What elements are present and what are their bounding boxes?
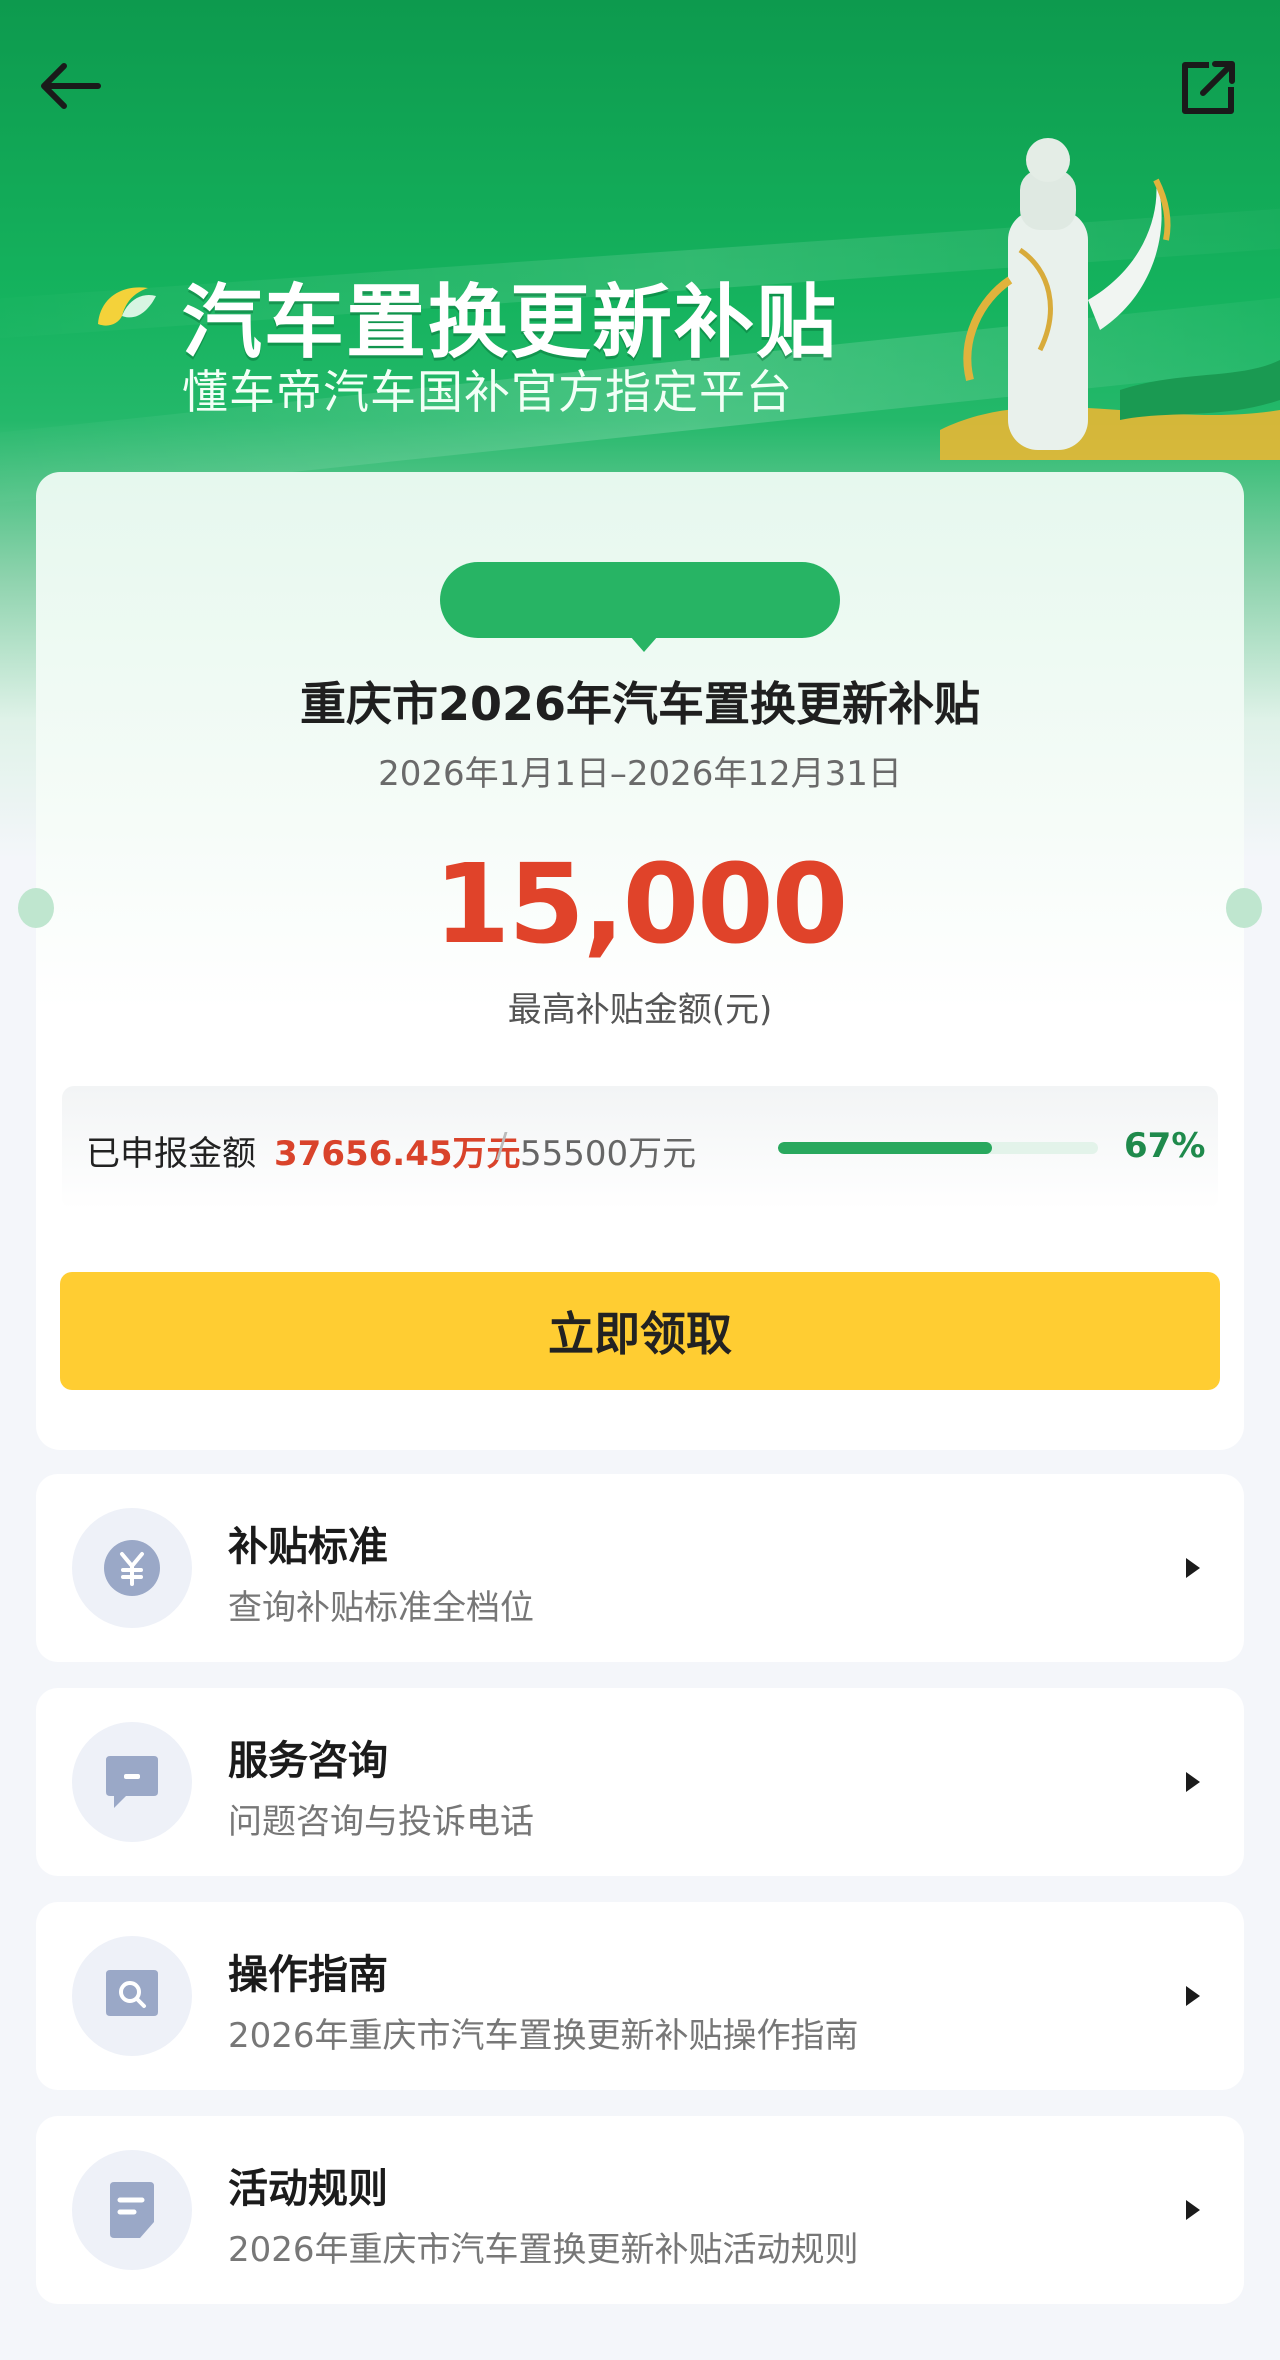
yen-icon <box>104 1540 160 1596</box>
subsidy-date-range: 2026年1月1日–2026年12月31日 <box>378 754 902 794</box>
chevron-right-icon <box>1186 1986 1200 2006</box>
status-badge <box>440 562 840 638</box>
subsidy-title: 重庆市2026年汽车置换更新补贴 <box>299 677 981 731</box>
menu-item-title: 操作指南 <box>228 1952 388 1998</box>
progress-label: 已申报金额 <box>86 1134 256 1174</box>
progress-bar-fill <box>778 1142 993 1154</box>
menu-item-subsidy-standard[interactable]: 补贴标准 查询补贴标准全档位 <box>36 1474 1244 1662</box>
menu-icon-circle <box>72 1936 192 2056</box>
search-doc-icon <box>106 1970 158 2016</box>
share-button[interactable] <box>1176 56 1240 120</box>
badge-pointer <box>630 636 658 652</box>
back-button[interactable] <box>34 56 106 116</box>
arrow-left-icon <box>41 63 101 109</box>
monument-illustration-icon <box>940 138 1280 460</box>
menu-item-service-consult[interactable]: 服务咨询 问题咨询与投诉电话 <box>36 1688 1244 1876</box>
menu-icon-circle <box>72 1722 192 1842</box>
menu-icon-circle <box>72 2150 192 2270</box>
menu-item-desc: 2026年重庆市汽车置换更新补贴活动规则 <box>228 2230 859 2270</box>
menu-item-activity-rules[interactable]: 活动规则 2026年重庆市汽车置换更新补贴活动规则 <box>36 2116 1244 2304</box>
menu-item-desc: 2026年重庆市汽车置换更新补贴操作指南 <box>228 2016 859 2056</box>
share-edit-icon <box>1182 61 1235 114</box>
progress-percent: 67% <box>1124 1126 1206 1166</box>
application-progress: 已申报金额 37656.45万元 / 55500万元 67% <box>62 1086 1218 1210</box>
menu-item-title: 服务咨询 <box>228 1738 388 1784</box>
chevron-right-icon <box>1186 2200 1200 2220</box>
chat-icon <box>106 1756 158 1808</box>
claim-now-button[interactable]: 立即领取 <box>60 1272 1220 1390</box>
progress-bar <box>778 1142 1098 1154</box>
max-amount-label: 最高补贴金额(元) <box>507 990 773 1030</box>
chevron-right-icon <box>1186 1558 1200 1578</box>
chevron-right-icon <box>1186 1772 1200 1792</box>
total-amount: 55500万元 <box>520 1134 697 1174</box>
menu-item-operation-guide[interactable]: 操作指南 2026年重庆市汽车置换更新补贴操作指南 <box>36 1902 1244 2090</box>
hero-subtitle: 懂车帝汽车国补官方指定平台 <box>182 365 793 419</box>
menu-icon-circle <box>72 1508 192 1628</box>
applied-amount: 37656.45万元 <box>274 1134 521 1174</box>
max-amount: 15,000 <box>433 840 848 968</box>
menu-item-title: 补贴标准 <box>228 1524 388 1570</box>
menu-item-desc: 查询补贴标准全档位 <box>228 1588 534 1628</box>
menu-item-title: 活动规则 <box>228 2166 388 2212</box>
progress-separator: / <box>496 1126 508 1166</box>
document-icon <box>110 2182 154 2238</box>
leaf-logo-icon <box>98 287 156 326</box>
menu-item-desc: 问题咨询与投诉电话 <box>228 1802 534 1842</box>
